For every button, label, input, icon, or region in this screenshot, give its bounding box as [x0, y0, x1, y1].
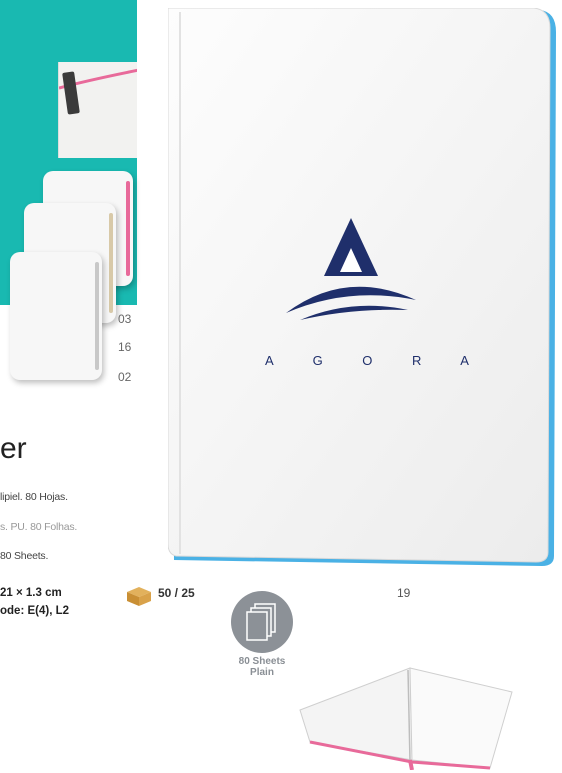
description-es: lipiel. 80 Hojas. — [0, 491, 68, 503]
description-en: 80 Sheets. — [0, 550, 49, 562]
print-code-spec: ode: E(4), L2 — [0, 605, 70, 617]
agora-wordmark: A G O R A — [265, 353, 487, 368]
variant-notebook-white — [10, 252, 102, 380]
color-code-19: 19 — [397, 586, 411, 600]
box-icon — [127, 587, 151, 606]
packing-quantity: 50 / 25 — [158, 586, 195, 600]
color-code-02: 02 — [118, 370, 132, 384]
main-notebook-image: A G O R A — [168, 8, 556, 566]
product-title-fragment: er — [0, 432, 27, 465]
color-code-03: 03 — [118, 312, 132, 326]
description-pt: s. PU. 80 Folhas. — [0, 521, 78, 533]
open-notebook-image — [299, 667, 513, 770]
sheets-icon — [246, 603, 276, 641]
sheets-badge — [231, 591, 293, 653]
detail-thumbnail — [58, 62, 137, 158]
size-spec: 21 × 1.3 cm — [0, 587, 62, 599]
color-code-16: 16 — [118, 340, 132, 354]
